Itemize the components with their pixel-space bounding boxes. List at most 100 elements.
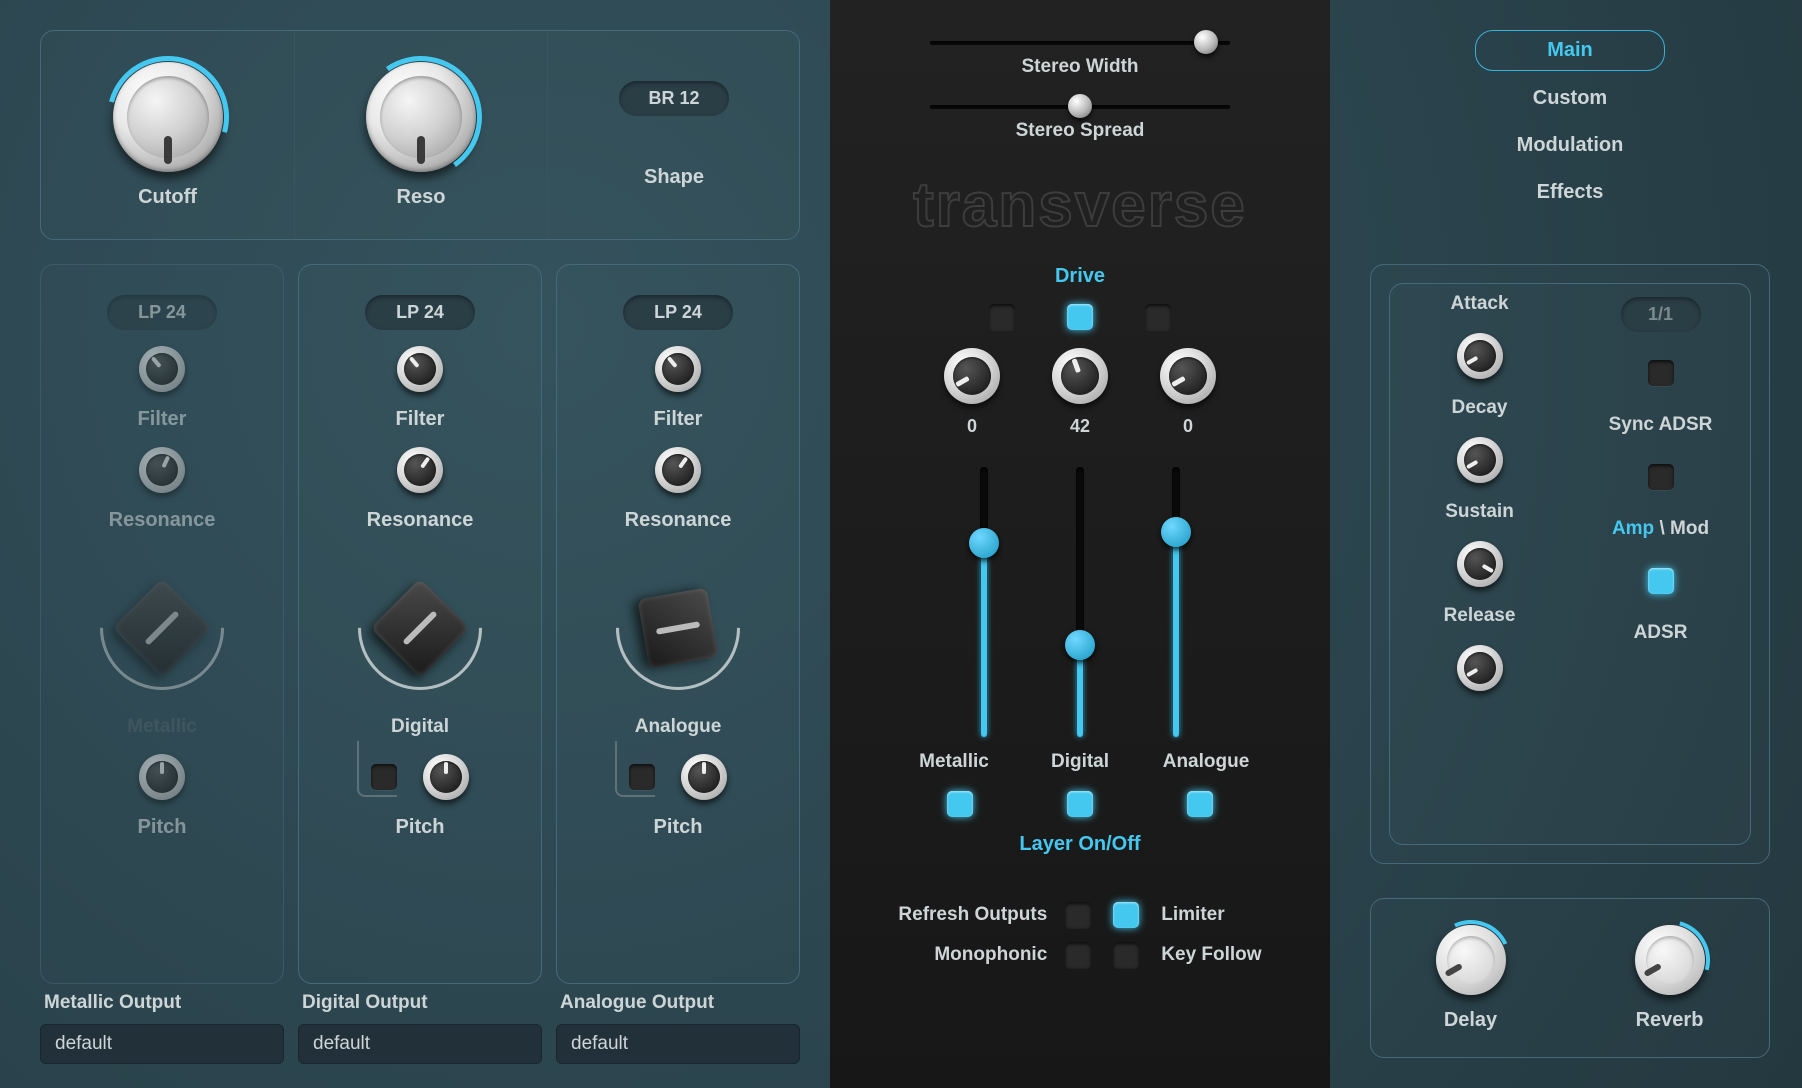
resonance-knob-analogue[interactable] [655, 447, 701, 493]
refresh-outputs-checkbox[interactable] [1065, 902, 1091, 928]
shape-cell: BR 12 Shape [547, 31, 800, 239]
pitch-knob-analogue[interactable] [681, 754, 727, 800]
filter-type-digital[interactable]: LP 24 [365, 295, 475, 330]
output-row: Metallic Output default Digital Output d… [40, 992, 800, 1064]
release-knob[interactable] [1457, 645, 1503, 691]
output-select-metallic[interactable]: default [40, 1024, 284, 1064]
delay-knob[interactable] [1436, 925, 1506, 995]
drive-value-analogue: 0 [1183, 416, 1193, 437]
filter-knob-metallic[interactable] [139, 346, 185, 392]
drive-knob-row: 0 42 0 [944, 348, 1216, 437]
drive-value-metallic: 0 [967, 416, 977, 437]
drive-knob-metallic[interactable] [944, 348, 1000, 404]
key-follow-label: Key Follow [1161, 944, 1261, 966]
channel-analogue: LP 24 Filter Resonance Analogue Pitch [556, 264, 800, 984]
delay-label: Delay [1444, 1009, 1497, 1032]
master-filter-panel: Cutoff Reso BR 12 Shape [40, 30, 800, 240]
layer-label-metallic: Metallic [906, 751, 1002, 773]
resonance-label-metallic: Resonance [109, 509, 216, 532]
cutoff-knob[interactable] [113, 62, 223, 172]
drive-enable-row [989, 304, 1171, 330]
attack-knob[interactable] [1457, 333, 1503, 379]
adsr-right-col: 1/1 Sync ADSR Amp \ Mod ADSR [1580, 293, 1741, 835]
reso-label: Reso [397, 186, 446, 209]
pitch-knob-digital[interactable] [423, 754, 469, 800]
limiter-label: Limiter [1161, 904, 1261, 926]
drive-enable-digital[interactable] [1067, 304, 1093, 330]
pitch-label-analogue: Pitch [654, 816, 703, 839]
sync-adsr-checkbox[interactable] [1648, 360, 1674, 386]
filter-label-metallic: Filter [138, 408, 187, 431]
pitch-knob-metallic[interactable] [139, 754, 185, 800]
decay-knob[interactable] [1457, 437, 1503, 483]
drive-knob-digital[interactable] [1052, 348, 1108, 404]
layer-on-digital[interactable] [1067, 791, 1093, 817]
shape-label: Shape [644, 166, 704, 189]
adsr-knobs-col: Attack Decay Sustain Release [1399, 293, 1560, 835]
filter-knob-digital[interactable] [397, 346, 443, 392]
level-slider-analogue[interactable] [1154, 467, 1198, 737]
level-slider-digital[interactable] [1058, 467, 1102, 737]
filter-type-analogue[interactable]: LP 24 [623, 295, 733, 330]
tab-modulation[interactable]: Modulation [1475, 126, 1665, 165]
reso-cell: Reso [294, 31, 547, 239]
right-column: Main Custom Modulation Effects Attack De… [1340, 0, 1800, 1088]
tab-main[interactable]: Main [1475, 30, 1665, 71]
drive-knob-analogue[interactable] [1160, 348, 1216, 404]
brand-logo: transverse [913, 170, 1247, 241]
tab-effects[interactable]: Effects [1475, 173, 1665, 212]
adsr-checkbox[interactable] [1648, 568, 1674, 594]
layer-on-metallic[interactable] [947, 791, 973, 817]
filter-type-metallic[interactable]: LP 24 [107, 295, 217, 330]
channel-metallic: LP 24 Filter Resonance Metallic Pitch [40, 264, 284, 984]
link-bracket-digital [357, 741, 397, 797]
cutoff-label: Cutoff [138, 186, 197, 209]
sync-adsr-label: Sync ADSR [1609, 414, 1713, 436]
cutoff-cell: Cutoff [41, 31, 294, 239]
layer-on-analogue[interactable] [1187, 791, 1213, 817]
resonance-knob-metallic[interactable] [139, 447, 185, 493]
key-follow-checkbox[interactable] [1113, 942, 1139, 968]
adsr-panel: Attack Decay Sustain Release 1/1 Sync AD… [1370, 264, 1770, 864]
shape-dropdown[interactable]: BR 12 [619, 81, 729, 116]
drive-enable-metallic[interactable] [989, 304, 1015, 330]
adsr-rate-dropdown[interactable]: 1/1 [1621, 297, 1701, 332]
stereo-width-slider[interactable] [930, 34, 1230, 50]
channel-digital: LP 24 Filter Resonance Digital Pitch [298, 264, 542, 984]
sustain-label: Sustain [1445, 501, 1514, 523]
tab-list: Main Custom Modulation Effects [1340, 0, 1800, 212]
monophonic-checkbox[interactable] [1065, 942, 1091, 968]
sound-select-analogue[interactable] [598, 548, 758, 708]
stereo-width-label: Stereo Width [1022, 56, 1139, 78]
pitch-label-metallic: Pitch [138, 816, 187, 839]
amp-mod-label: Amp \ Mod [1612, 518, 1709, 540]
filter-label-digital: Filter [396, 408, 445, 431]
reverb-knob[interactable] [1635, 925, 1705, 995]
sound-select-digital[interactable] [340, 548, 500, 708]
output-select-digital[interactable]: default [298, 1024, 542, 1064]
drive-value-digital: 42 [1070, 416, 1090, 437]
stereo-spread-slider[interactable] [930, 98, 1230, 114]
layer-labels: Metallic Digital Analogue [906, 751, 1254, 773]
level-slider-metallic[interactable] [962, 467, 1006, 737]
limiter-checkbox[interactable] [1113, 902, 1139, 928]
sound-name-metallic: Metallic [127, 716, 197, 738]
tab-custom[interactable]: Custom [1475, 79, 1665, 118]
filter-label-analogue: Filter [654, 408, 703, 431]
adsr-toggle-label: ADSR [1634, 622, 1688, 644]
sustain-knob[interactable] [1457, 541, 1503, 587]
drive-enable-analogue[interactable] [1145, 304, 1171, 330]
layer-label-digital: Digital [1032, 751, 1128, 773]
pitch-label-digital: Pitch [396, 816, 445, 839]
options-grid: Refresh Outputs Limiter Monophonic Key F… [898, 902, 1261, 968]
resonance-knob-digital[interactable] [397, 447, 443, 493]
filter-knob-analogue[interactable] [655, 346, 701, 392]
sound-select-metallic[interactable] [82, 548, 242, 708]
resonance-label-digital: Resonance [367, 509, 474, 532]
reso-knob[interactable] [366, 62, 476, 172]
level-sliders [962, 467, 1198, 737]
ampmod-checkbox[interactable] [1648, 464, 1674, 490]
attack-label: Attack [1450, 293, 1508, 315]
refresh-outputs-label: Refresh Outputs [898, 904, 1047, 926]
output-select-analogue[interactable]: default [556, 1024, 800, 1064]
